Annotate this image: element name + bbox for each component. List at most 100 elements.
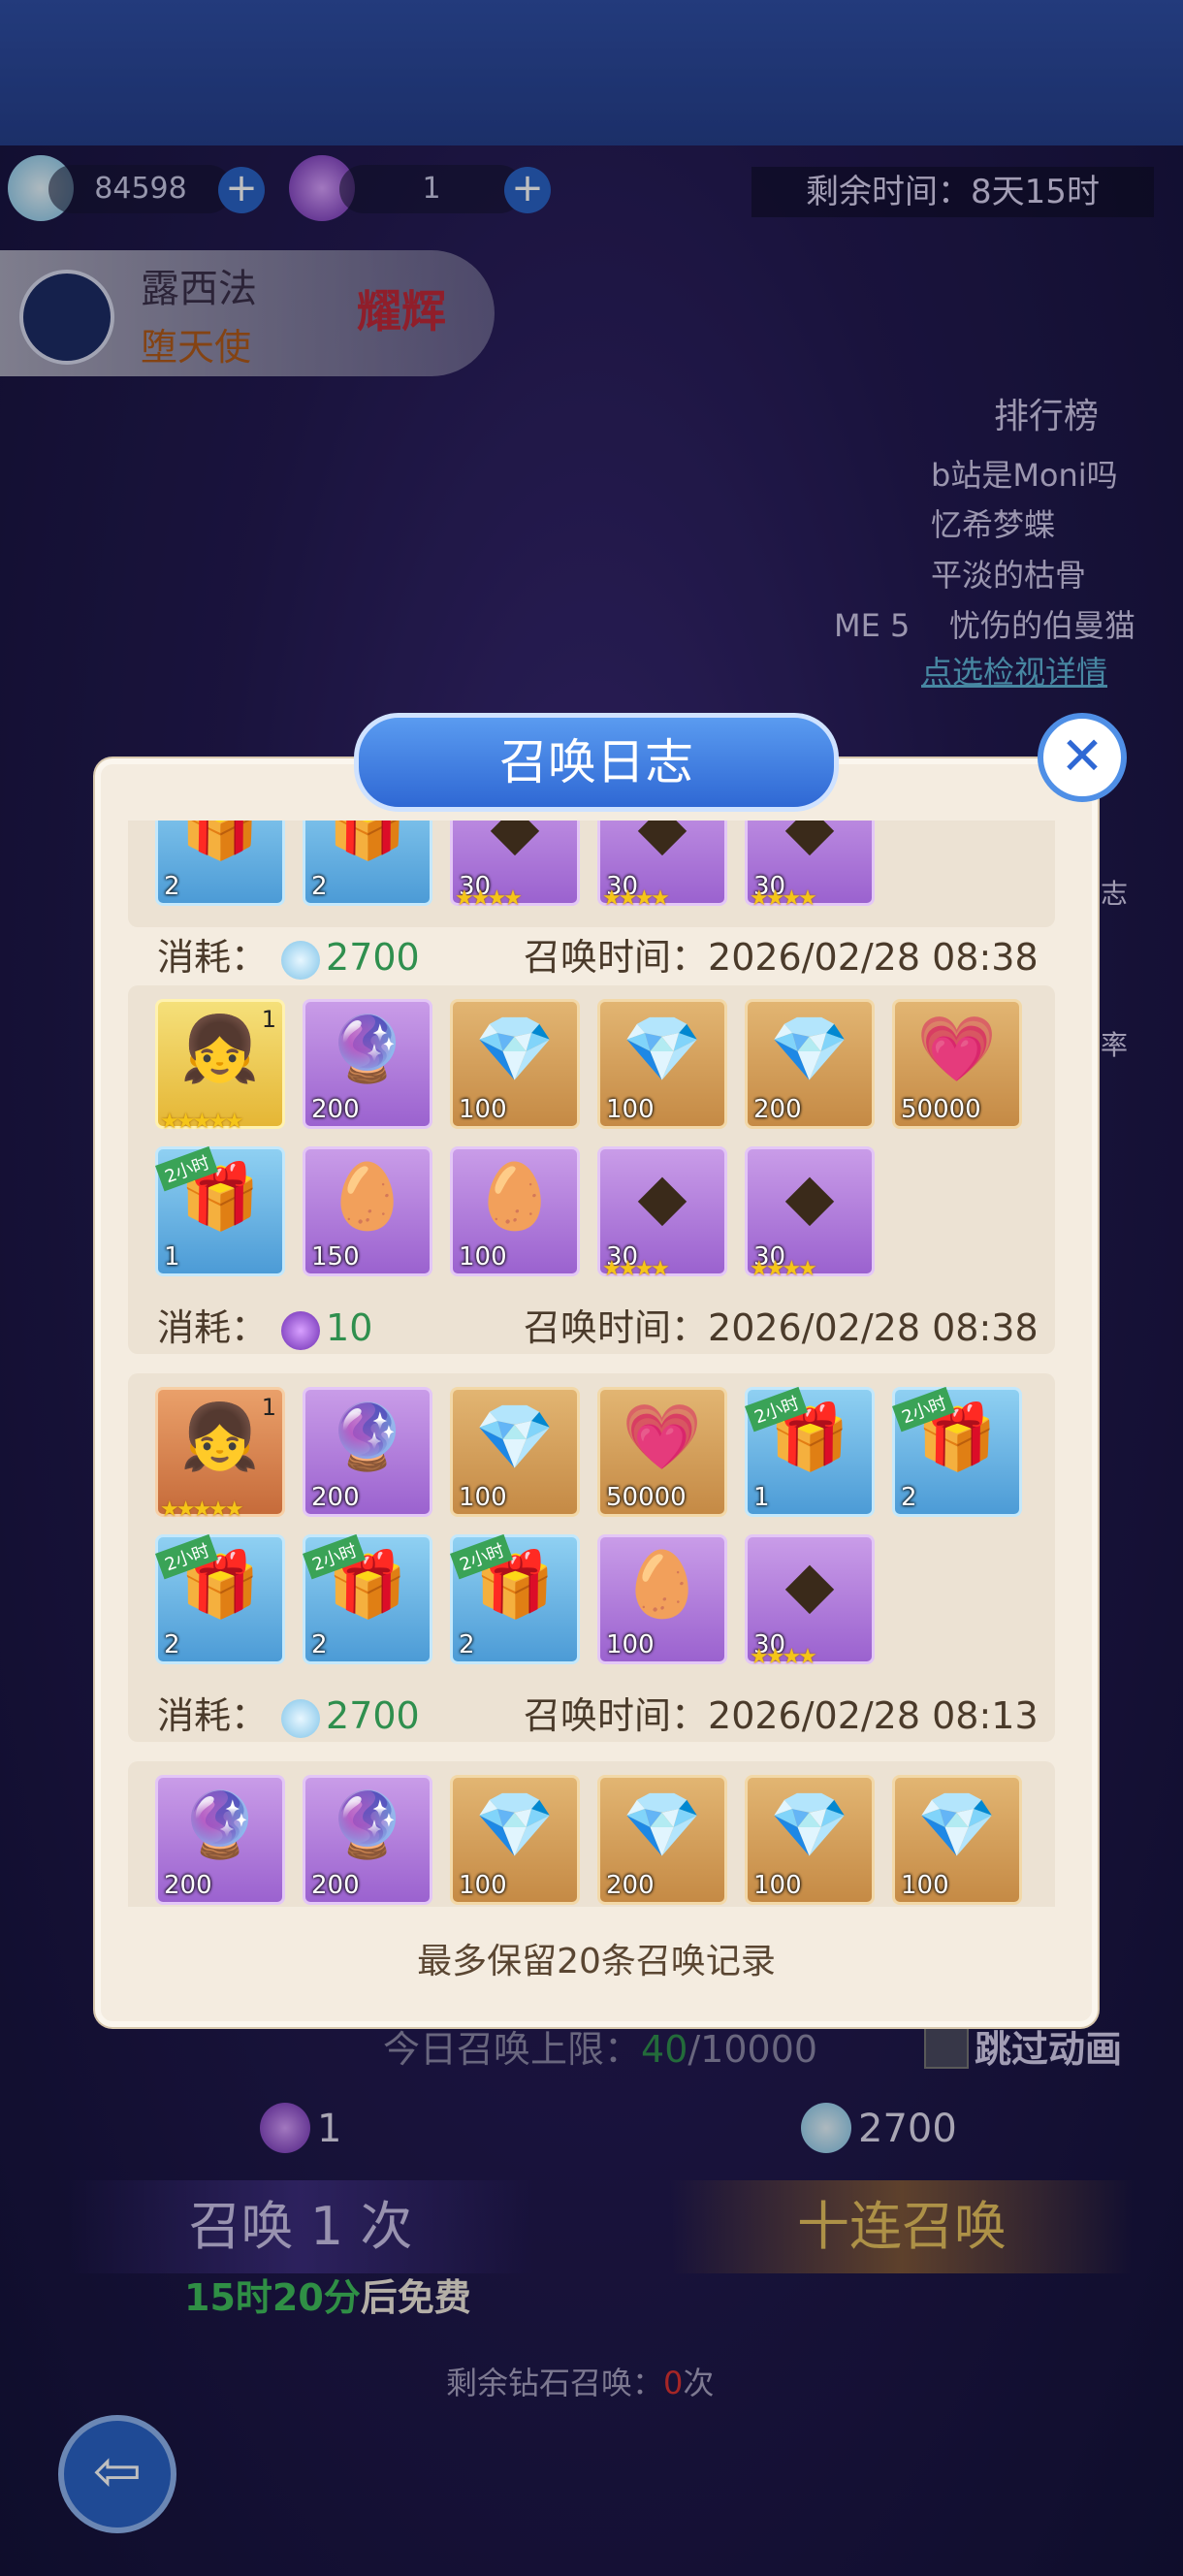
time-value: 2026/02/28 08:38 (708, 936, 1039, 979)
reward-quantity: 200 (753, 1095, 802, 1124)
cost-value: 2700 (326, 1694, 420, 1737)
reward-icon: ◆ (784, 821, 835, 863)
reward-icon: ◆ (637, 1159, 687, 1234)
reward-item[interactable]: ◆ 30 ★★★★ (745, 1146, 875, 1281)
purple-orb-icon (281, 1310, 321, 1350)
record-cost: 消耗： 2700 (157, 1686, 420, 1739)
record-time: 召唤时间：2026/02/28 08:38 (524, 1298, 1039, 1351)
dialog-title: 召唤日志 (354, 713, 839, 812)
reward-item[interactable]: 🎁 2小时 2 (450, 1533, 580, 1664)
record-cost: 消耗： 2700 (157, 927, 420, 981)
reward-icon: 💎 (622, 1012, 703, 1086)
reward-quantity: 200 (606, 1871, 655, 1900)
star-rating: ★★★★ (602, 1257, 670, 1281)
reward-icon: 🥚 (474, 1159, 556, 1234)
reward-item[interactable]: 🎁 2小时 2 (892, 1386, 1022, 1517)
reward-icon: 🔮 (327, 1012, 408, 1086)
reward-item[interactable]: 🥚 150 (303, 1146, 432, 1276)
reward-quantity: 100 (459, 1483, 507, 1512)
reward-item[interactable]: 🔮 200 (303, 999, 432, 1129)
reward-item[interactable]: 🥚 100 (450, 1146, 580, 1276)
reward-item[interactable]: 🔮 200 (303, 1387, 432, 1517)
reward-icon: 🔮 (327, 1787, 408, 1862)
reward-icon: 💎 (769, 1012, 850, 1086)
time-label: 召唤时间： (524, 1306, 709, 1349)
reward-item[interactable]: 💎 200 (597, 1775, 727, 1905)
reward-icon: ◆ (784, 1159, 835, 1234)
cost-label: 消耗： (157, 936, 269, 979)
reward-item[interactable]: 🎁 2 (303, 821, 432, 906)
reward-icon: 💗 (622, 1400, 703, 1474)
time-label: 召唤时间： (524, 936, 709, 979)
summon-record: 👧 1 ★★★★★ 🔮 200 💎 100 💎 100 💎 200 💗 50000 🎁 2小时 1 🥚 150 🥚 1… (128, 985, 1055, 1354)
reward-item[interactable]: 🎁 2小时 2 (303, 1533, 432, 1664)
reward-item[interactable]: 💎 100 (450, 1387, 580, 1517)
reward-item[interactable]: 👧 1 ★★★★★ (155, 1387, 285, 1522)
reward-item[interactable]: 🎁 2 (155, 821, 285, 906)
reward-icon: 🔮 (179, 1787, 261, 1862)
hero-count: 1 (261, 1006, 276, 1033)
time-label: 召唤时间： (524, 1694, 709, 1737)
cost-value: 2700 (326, 936, 420, 979)
log-retention-note: 最多保留20条召唤记录 (417, 1942, 776, 1981)
reward-quantity: 100 (459, 1242, 507, 1272)
reward-item[interactable]: 🔮 200 (155, 1775, 285, 1905)
reward-item[interactable]: ◆ 30 ★★★★ (745, 1534, 875, 1669)
time-value: 2026/02/28 08:13 (708, 1694, 1039, 1737)
reward-quantity: 1 (164, 1242, 180, 1272)
reward-quantity: 100 (459, 1871, 507, 1900)
star-rating: ★★★★ (602, 886, 670, 911)
reward-quantity: 50000 (606, 1483, 687, 1512)
reward-icon: 💎 (474, 1012, 556, 1086)
reward-icon: ◆ (637, 821, 687, 863)
reward-item[interactable]: 💗 50000 (892, 999, 1022, 1129)
summon-record: 👧 1 ★★★★★ 🔮 200 💎 100 💗 50000 🎁 2小时 1 🎁 2小时 2 🎁 2小时 2 🎁 2小时… (128, 1373, 1055, 1742)
reward-item[interactable]: ◆ 30 ★★★★ (597, 1146, 727, 1281)
diamond-icon (281, 1698, 321, 1738)
reward-item[interactable]: 💗 50000 (597, 1387, 727, 1517)
reward-item[interactable]: ◆ 30 ★★★★ (450, 821, 580, 911)
reward-item[interactable]: 💎 100 (892, 1775, 1022, 1905)
reward-quantity: 100 (606, 1630, 655, 1659)
reward-quantity: 2 (459, 1630, 475, 1659)
reward-icon: 🥚 (327, 1159, 408, 1234)
reward-item[interactable]: 🥚 100 (597, 1534, 727, 1664)
star-rating: ★★★★★ (160, 1110, 244, 1134)
reward-quantity: 100 (753, 1871, 802, 1900)
reward-icon: 🥚 (622, 1547, 703, 1622)
reward-item[interactable]: 💎 200 (745, 999, 875, 1129)
close-icon[interactable]: ✕ (1038, 713, 1127, 802)
reward-item[interactable]: 💎 100 (450, 1775, 580, 1905)
star-rating: ★★★★ (750, 1257, 817, 1281)
reward-icon: 🎁 (327, 821, 408, 863)
reward-item[interactable]: 💎 100 (745, 1775, 875, 1905)
reward-item[interactable]: 💎 100 (450, 999, 580, 1129)
reward-item[interactable]: 🔮 200 (303, 1775, 432, 1905)
reward-icon: 💎 (474, 1787, 556, 1862)
star-rating: ★★★★ (750, 886, 817, 911)
reward-icon: ◆ (490, 821, 540, 863)
reward-quantity: 2 (311, 1630, 328, 1659)
star-rating: ★★★★ (750, 1645, 817, 1669)
reward-quantity: 2 (164, 1630, 180, 1659)
record-cost: 消耗： 10 (157, 1298, 372, 1351)
reward-quantity: 100 (901, 1871, 949, 1900)
reward-item[interactable]: 🎁 2小时 2 (155, 1533, 285, 1664)
reward-item[interactable]: ◆ 30 ★★★★ (597, 821, 727, 911)
time-value: 2026/02/28 08:38 (708, 1306, 1039, 1349)
reward-item[interactable]: 🎁 2小时 1 (745, 1386, 875, 1517)
reward-item[interactable]: ◆ 30 ★★★★ (745, 821, 875, 911)
reward-quantity: 200 (311, 1095, 360, 1124)
reward-icon: 💎 (916, 1787, 998, 1862)
reward-quantity: 2 (901, 1483, 917, 1512)
summon-log-list[interactable]: 🎁 2 🎁 2 ◆ 30 ★★★★ ◆ 30 ★★★★ ◆ 30 ★★★★ 消耗： 2700 召唤时间：202… (128, 821, 1055, 1907)
reward-quantity: 100 (606, 1095, 655, 1124)
reward-icon: 🔮 (327, 1400, 408, 1474)
reward-quantity: 1 (753, 1483, 770, 1512)
reward-icon: 💗 (916, 1012, 998, 1086)
reward-item[interactable]: 💎 100 (597, 999, 727, 1129)
reward-item[interactable]: 🎁 2小时 1 (155, 1145, 285, 1276)
reward-item[interactable]: 👧 1 ★★★★★ (155, 999, 285, 1134)
hero-count: 1 (261, 1394, 276, 1421)
reward-quantity: 50000 (901, 1095, 981, 1124)
